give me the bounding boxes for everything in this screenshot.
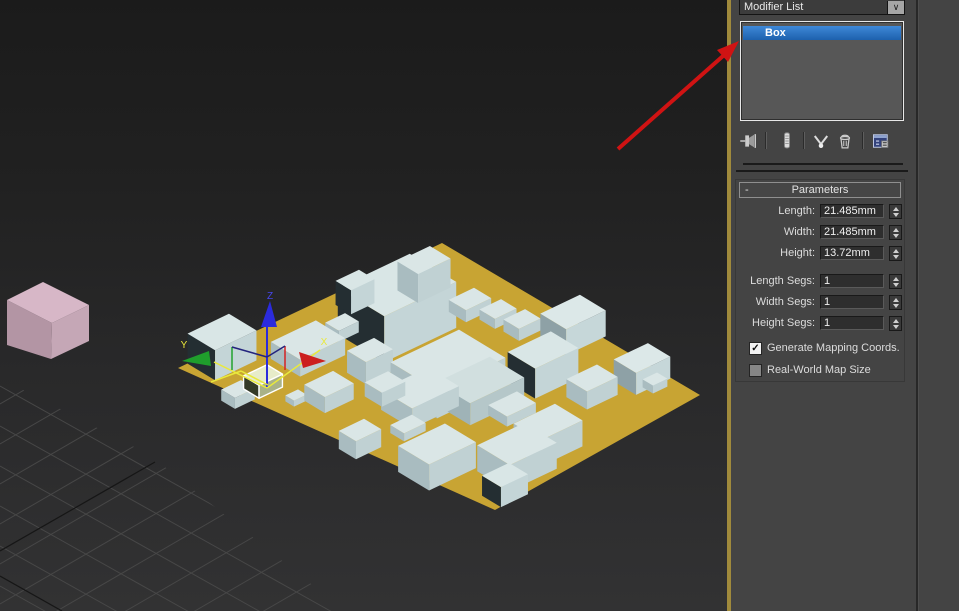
axis-label-y: Y	[181, 340, 188, 351]
height-segs-label: Height Segs:	[752, 317, 815, 329]
parameters-rollout-header[interactable]: - Parameters	[739, 182, 901, 198]
length-segs-input[interactable]: 1	[820, 274, 884, 288]
panel-divider	[736, 170, 908, 172]
make-unique-button[interactable]	[811, 130, 831, 152]
length-segs-row: Length Segs: 1	[736, 274, 904, 289]
parameters-rollout: - Parameters Length: 21.485mm Width: 21.…	[735, 179, 905, 382]
spinner-down-icon[interactable]	[893, 283, 899, 287]
height-segs-input[interactable]: 1	[820, 316, 884, 330]
toolbar-separator	[765, 132, 767, 149]
chevron-down-icon[interactable]: ∨	[887, 1, 904, 14]
remove-modifier-button[interactable]	[835, 130, 855, 152]
modifier-stack[interactable]: Box	[740, 21, 904, 121]
spinner-down-icon[interactable]	[893, 213, 899, 217]
height-label: Height:	[780, 247, 815, 259]
width-segs-input[interactable]: 1	[820, 295, 884, 309]
real-world-map-size-label: Real-World Map Size	[767, 364, 871, 376]
modifier-list-label: Modifier List	[740, 1, 887, 14]
generate-mapping-coords-label: Generate Mapping Coords.	[767, 342, 900, 354]
spinner-up-icon[interactable]	[893, 207, 899, 211]
length-row: Length: 21.485mm	[736, 204, 904, 219]
spinner-down-icon[interactable]	[893, 304, 899, 308]
modifier-stack-item-box[interactable]: Box	[743, 26, 901, 40]
axis-label-x: X	[321, 337, 328, 348]
height-segs-row: Height Segs: 1	[736, 316, 904, 331]
panel-divider	[743, 163, 903, 165]
spinner-down-icon[interactable]	[893, 255, 899, 259]
checkmark-icon: ✓	[750, 343, 761, 354]
width-spinner[interactable]	[889, 225, 902, 240]
toolbar-separator	[803, 132, 805, 149]
show-end-result-icon	[777, 130, 797, 152]
width-segs-row: Width Segs: 1	[736, 295, 904, 310]
pin-stack-button[interactable]	[739, 130, 759, 152]
axis-label-z: Z	[267, 291, 273, 302]
show-end-result-button[interactable]	[777, 130, 797, 152]
collapse-icon[interactable]: -	[745, 183, 755, 197]
width-segs-spinner[interactable]	[889, 295, 902, 310]
length-input[interactable]: 21.485mm	[820, 204, 884, 218]
width-label: Width:	[784, 226, 815, 238]
pin-stack-icon	[739, 130, 759, 152]
real-world-map-size-row: Real-World Map Size	[736, 364, 904, 378]
spinner-down-icon[interactable]	[893, 325, 899, 329]
viewport-canvas[interactable]: Z X Y	[0, 0, 731, 611]
spinner-up-icon[interactable]	[893, 319, 899, 323]
command-panel: Modifier List ∨ Box	[731, 0, 959, 611]
app-window: Z X Y Modifier List ∨ Box	[0, 0, 959, 611]
width-row: Width: 21.485mm	[736, 225, 904, 240]
configure-modifier-sets-icon	[871, 130, 891, 152]
height-spinner[interactable]	[889, 246, 902, 261]
rollout-title: Parameters	[792, 184, 849, 196]
modifier-list-dropdown[interactable]: Modifier List ∨	[739, 0, 905, 15]
pink-box[interactable]	[7, 282, 89, 359]
height-segs-spinner[interactable]	[889, 316, 902, 331]
width-segs-label: Width Segs:	[756, 296, 815, 308]
viewport[interactable]: Z X Y	[0, 0, 727, 611]
spinner-up-icon[interactable]	[893, 298, 899, 302]
panel-edge-divider	[916, 0, 919, 611]
spinner-down-icon[interactable]	[893, 234, 899, 238]
generate-mapping-coords-checkbox[interactable]: ✓	[749, 342, 762, 355]
configure-modifier-sets-button[interactable]	[871, 130, 891, 152]
toolbar-separator	[862, 132, 864, 149]
length-segs-spinner[interactable]	[889, 274, 902, 289]
spinner-up-icon[interactable]	[893, 277, 899, 281]
height-row: Height: 13.72mm	[736, 246, 904, 261]
remove-modifier-icon	[835, 130, 855, 152]
spinner-up-icon[interactable]	[893, 249, 899, 253]
length-segs-label: Length Segs:	[750, 275, 815, 287]
width-input[interactable]: 21.485mm	[820, 225, 884, 239]
length-label: Length:	[778, 205, 815, 217]
make-unique-icon	[811, 130, 831, 152]
real-world-map-size-checkbox[interactable]	[749, 364, 762, 377]
spinner-up-icon[interactable]	[893, 228, 899, 232]
height-input[interactable]: 13.72mm	[820, 246, 884, 260]
generate-mapping-coords-row: ✓ Generate Mapping Coords.	[736, 342, 904, 356]
length-spinner[interactable]	[889, 204, 902, 219]
